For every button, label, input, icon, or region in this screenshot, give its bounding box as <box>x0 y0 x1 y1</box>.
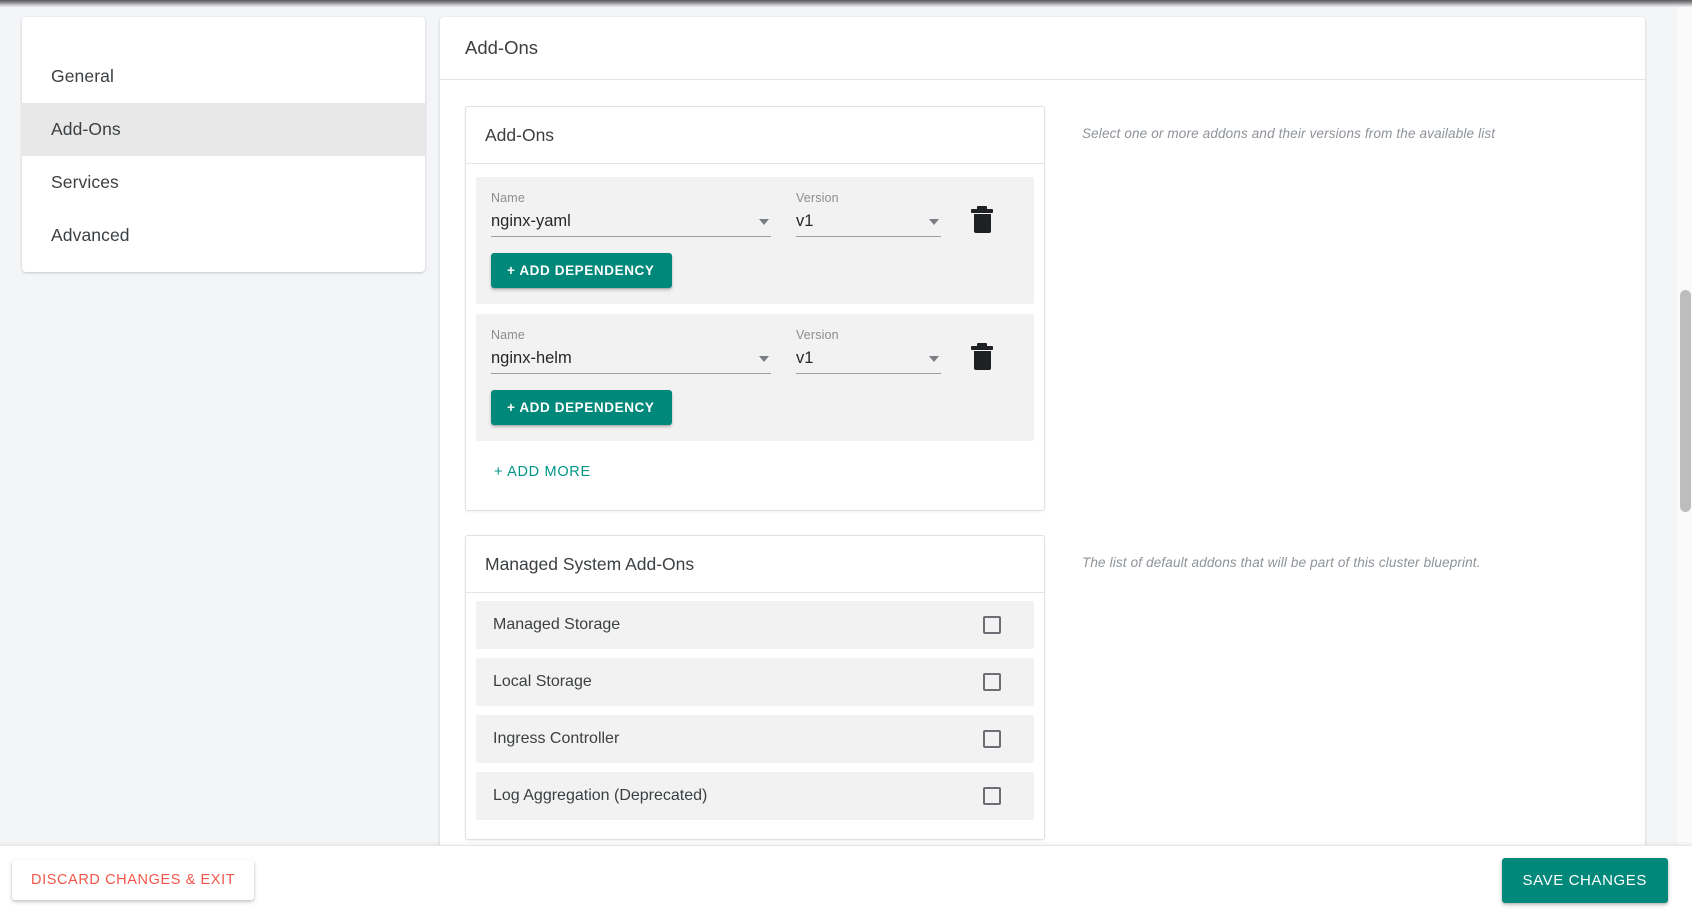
addons-rows-container: Name nginx-yaml Version v1 + ADD DEPENDE… <box>466 164 1044 510</box>
addon-version-select[interactable]: v1 <box>796 212 941 237</box>
chevron-down-icon <box>759 355 769 362</box>
list-item[interactable]: Log Aggregation (Deprecated) <box>476 772 1034 820</box>
page-title-text: Add-Ons <box>465 37 539 58</box>
chevron-down-icon <box>759 218 769 225</box>
managed-addon-checkbox[interactable] <box>983 730 1001 748</box>
managed-addons-list: Managed Storage Local Storage Ingress Co… <box>466 593 1044 839</box>
main-body: Add-Ons Name nginx-yaml Version v1 + ADD… <box>440 80 1645 840</box>
settings-page: General Add-Ons Services Advanced Add-On… <box>0 7 1692 864</box>
sidebar-item-label: Advanced <box>51 225 130 245</box>
addon-version-select[interactable]: v1 <box>796 349 941 374</box>
managed-addon-label: Log Aggregation (Deprecated) <box>493 787 708 804</box>
sidebar-item-services[interactable]: Services <box>22 156 425 209</box>
addons-help-text: Select one or more addons and their vers… <box>1082 126 1496 141</box>
managed-addon-checkbox[interactable] <box>983 787 1001 805</box>
managed-addon-label: Local Storage <box>493 673 592 690</box>
addon-row: Name nginx-helm Version v1 + ADD DEPENDE… <box>476 314 1034 441</box>
sidebar-item-add-ons[interactable]: Add-Ons <box>22 103 425 156</box>
sidebar-item-label: Add-Ons <box>51 119 121 139</box>
list-item[interactable]: Local Storage <box>476 658 1034 706</box>
addon-row: Name nginx-yaml Version v1 + ADD DEPENDE… <box>476 177 1034 304</box>
addons-section: Add-Ons Name nginx-yaml Version v1 + ADD… <box>440 106 1645 511</box>
page-title: Add-Ons <box>440 17 1645 80</box>
addon-name-select[interactable]: nginx-helm <box>491 349 771 374</box>
addon-name-value: nginx-yaml <box>491 212 571 230</box>
managed-addon-checkbox[interactable] <box>983 673 1001 691</box>
addon-name-value: nginx-helm <box>491 349 572 367</box>
managed-addons-card: Managed System Add-Ons Managed Storage L… <box>465 535 1045 840</box>
trash-icon[interactable] <box>969 206 995 235</box>
addon-version-value: v1 <box>796 212 814 230</box>
sidebar-item-label: General <box>51 66 114 86</box>
addon-version-label: Version <box>796 328 839 342</box>
trash-icon[interactable] <box>969 343 995 372</box>
managed-addon-checkbox[interactable] <box>983 616 1001 634</box>
list-item[interactable]: Ingress Controller <box>476 715 1034 763</box>
add-more-button[interactable]: + ADD MORE <box>494 464 591 480</box>
addon-name-field: Name nginx-helm <box>491 328 771 374</box>
managed-addons-section: Managed System Add-Ons Managed Storage L… <box>440 535 1645 840</box>
settings-sidebar: General Add-Ons Services Advanced <box>22 17 425 272</box>
save-changes-button[interactable]: SAVE CHANGES <box>1501 857 1668 903</box>
sidebar-item-general[interactable]: General <box>22 50 425 103</box>
addon-version-field: Version v1 <box>796 328 941 374</box>
browser-toolbar-strip <box>0 0 1692 7</box>
managed-addon-label: Managed Storage <box>493 616 621 633</box>
addon-version-label: Version <box>796 191 839 205</box>
managed-addons-help-text: The list of default addons that will be … <box>1082 555 1481 570</box>
addon-name-field: Name nginx-yaml <box>491 191 771 237</box>
discard-changes-button[interactable]: DISCARD CHANGES & EXIT <box>12 860 255 900</box>
sidebar-item-advanced[interactable]: Advanced <box>22 209 425 262</box>
addons-card: Add-Ons Name nginx-yaml Version v1 + ADD… <box>465 106 1045 511</box>
chevron-down-icon <box>929 218 939 225</box>
action-bar: DISCARD CHANGES & EXIT SAVE CHANGES <box>0 845 1692 914</box>
addon-name-label: Name <box>491 191 525 205</box>
scrollbar-thumb[interactable] <box>1680 290 1691 512</box>
list-item[interactable]: Managed Storage <box>476 601 1034 649</box>
addon-version-value: v1 <box>796 349 814 367</box>
addon-row-fields: Name nginx-yaml Version v1 <box>476 191 1034 237</box>
sidebar-item-label: Services <box>51 172 119 192</box>
add-dependency-button[interactable]: + ADD DEPENDENCY <box>491 253 672 288</box>
addons-card-title: Add-Ons <box>466 107 1044 164</box>
managed-addons-card-title-text: Managed System Add-Ons <box>485 553 695 574</box>
chevron-down-icon <box>929 355 939 362</box>
addon-name-select[interactable]: nginx-yaml <box>491 212 771 237</box>
addon-version-field: Version v1 <box>796 191 941 237</box>
managed-addon-label: Ingress Controller <box>493 730 620 747</box>
addons-card-title-text: Add-Ons <box>485 124 555 145</box>
addon-row-fields: Name nginx-helm Version v1 <box>476 328 1034 374</box>
add-dependency-button[interactable]: + ADD DEPENDENCY <box>491 390 672 425</box>
main-content-card: Add-Ons Add-Ons Name nginx-yaml Version … <box>440 17 1645 864</box>
managed-addons-card-title: Managed System Add-Ons <box>466 536 1044 593</box>
vertical-scrollbar[interactable] <box>1677 7 1692 845</box>
addon-name-label: Name <box>491 328 525 342</box>
